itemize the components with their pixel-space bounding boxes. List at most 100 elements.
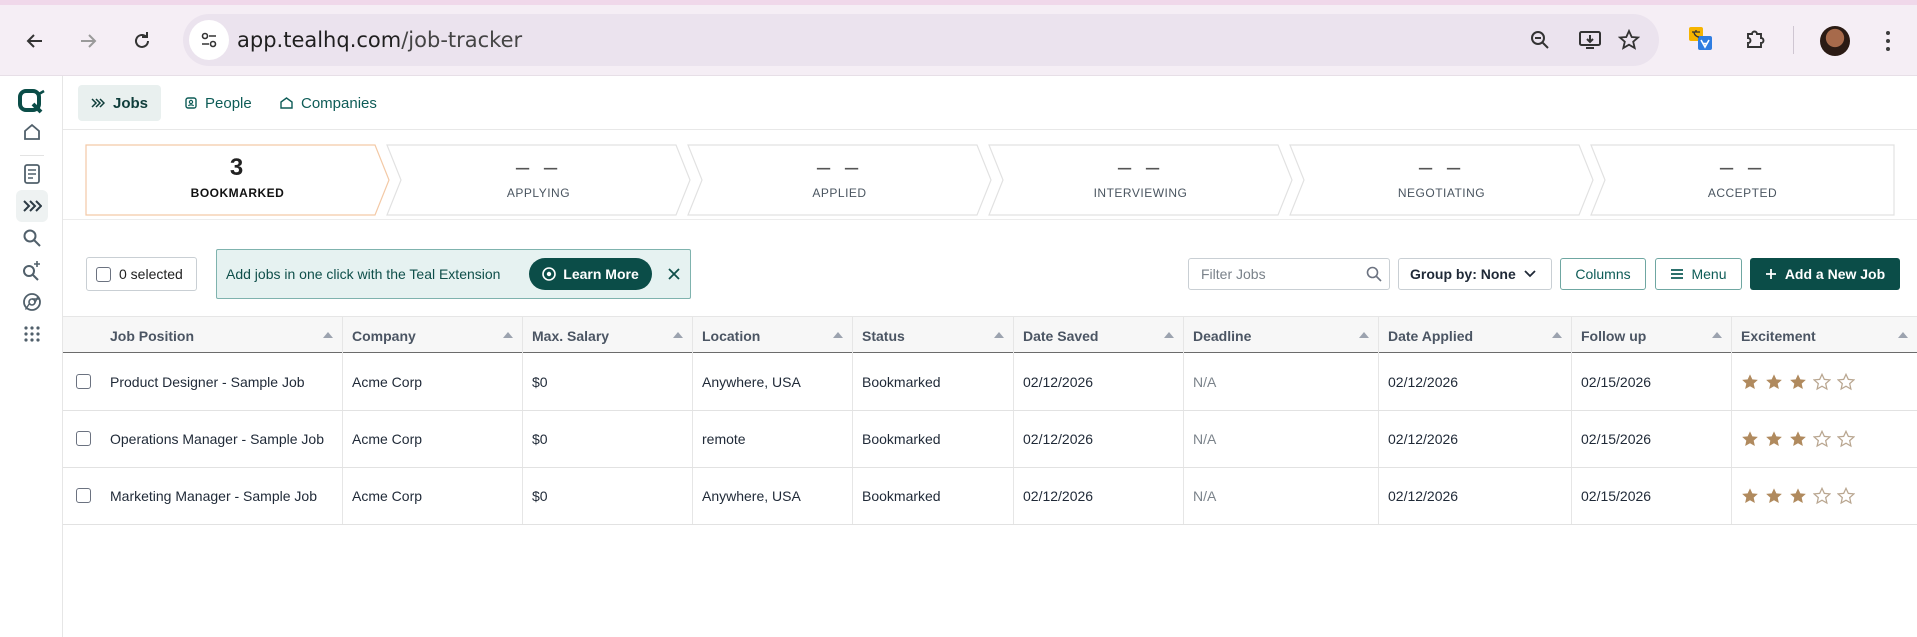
column-header-follow-up[interactable]: Follow up — [1572, 317, 1732, 354]
cell-deadline[interactable]: N/A — [1184, 354, 1379, 410]
stage-negotiating[interactable]: – – NEGOTIATING — [1289, 144, 1594, 216]
bookmark-star-icon[interactable] — [1616, 27, 1642, 53]
reload-button[interactable] — [125, 24, 159, 58]
sort-asc-icon[interactable] — [1552, 332, 1562, 338]
cell-date-applied[interactable]: 02/12/2026 — [1379, 354, 1572, 410]
cell-job-position[interactable]: Marketing Manager - Sample Job — [63, 468, 343, 524]
cell-follow-up[interactable]: 02/15/2026 — [1572, 411, 1732, 467]
stage-applied[interactable]: – – APPLIED — [687, 144, 992, 216]
cell-date-saved[interactable]: 02/12/2026 — [1014, 411, 1184, 467]
star-filled-icon[interactable] — [1765, 430, 1783, 448]
cell-date-saved[interactable]: 02/12/2026 — [1014, 468, 1184, 524]
chrome-extension-icon[interactable] — [16, 286, 48, 318]
sort-asc-icon[interactable] — [1164, 332, 1174, 338]
column-header-max-salary[interactable]: Max. Salary — [523, 317, 693, 354]
cell-status[interactable]: Bookmarked — [853, 468, 1014, 524]
filter-jobs-field[interactable] — [1188, 258, 1390, 290]
star-filled-icon[interactable] — [1789, 430, 1807, 448]
ai-search-icon[interactable] — [16, 254, 48, 286]
excitement-rating[interactable] — [1741, 373, 1855, 391]
install-app-icon[interactable] — [1577, 27, 1603, 53]
table-row[interactable]: Marketing Manager - Sample Job Acme Corp… — [63, 468, 1917, 525]
star-filled-icon[interactable] — [1765, 487, 1783, 505]
cell-date-saved[interactable]: 02/12/2026 — [1014, 354, 1184, 410]
tab-jobs[interactable]: Jobs — [78, 85, 162, 121]
column-header-deadline[interactable]: Deadline — [1184, 317, 1379, 354]
add-new-job-button[interactable]: Add a New Job — [1750, 258, 1900, 290]
stage-accepted[interactable]: – – ACCEPTED — [1590, 144, 1895, 216]
star-empty-icon[interactable] — [1837, 373, 1855, 391]
tab-people[interactable]: People — [172, 85, 265, 121]
zoom-icon[interactable] — [1527, 27, 1553, 53]
star-empty-icon[interactable] — [1837, 487, 1855, 505]
cell-date-applied[interactable]: 02/12/2026 — [1379, 411, 1572, 467]
star-filled-icon[interactable] — [1741, 373, 1759, 391]
cell-max-salary[interactable]: $0 — [523, 354, 693, 410]
cell-job-position[interactable]: Product Designer - Sample Job — [63, 354, 343, 410]
cell-status[interactable]: Bookmarked — [853, 411, 1014, 467]
resume-icon[interactable] — [16, 158, 48, 190]
sort-asc-icon[interactable] — [673, 332, 683, 338]
sort-asc-icon[interactable] — [1898, 332, 1908, 338]
star-empty-icon[interactable] — [1813, 487, 1831, 505]
star-filled-icon[interactable] — [1741, 487, 1759, 505]
table-row[interactable]: Product Designer - Sample Job Acme Corp … — [63, 354, 1917, 411]
star-empty-icon[interactable] — [1813, 430, 1831, 448]
teal-logo-icon[interactable] — [16, 86, 48, 118]
extensions-puzzle-icon[interactable] — [1741, 24, 1771, 54]
column-header-status[interactable]: Status — [853, 317, 1014, 354]
column-header-location[interactable]: Location — [693, 317, 853, 354]
columns-button[interactable]: Columns — [1560, 258, 1646, 290]
back-button[interactable] — [18, 24, 52, 58]
star-empty-icon[interactable] — [1837, 430, 1855, 448]
excitement-rating[interactable] — [1741, 487, 1855, 505]
tab-companies[interactable]: Companies — [267, 85, 390, 121]
filter-jobs-input[interactable] — [1189, 259, 1359, 289]
star-filled-icon[interactable] — [1789, 373, 1807, 391]
cell-max-salary[interactable]: $0 — [523, 468, 693, 524]
translate-extension-icon[interactable] — [1686, 24, 1716, 54]
table-row[interactable]: Operations Manager - Sample Job Acme Cor… — [63, 411, 1917, 468]
sort-asc-icon[interactable] — [833, 332, 843, 338]
home-icon[interactable] — [16, 116, 48, 148]
sort-asc-icon[interactable] — [323, 332, 333, 338]
select-all-checkbox[interactable] — [96, 266, 111, 282]
column-header-job-position[interactable]: Job Position — [63, 317, 343, 354]
group-by-select[interactable]: Group by: None — [1398, 258, 1552, 290]
star-filled-icon[interactable] — [1741, 430, 1759, 448]
cell-company[interactable]: Acme Corp — [343, 468, 523, 524]
excitement-rating[interactable] — [1741, 430, 1855, 448]
sort-asc-icon[interactable] — [503, 332, 513, 338]
search-jobs-icon[interactable] — [16, 222, 48, 254]
sort-asc-icon[interactable] — [994, 332, 1004, 338]
column-header-company[interactable]: Company — [343, 317, 523, 354]
cell-location[interactable]: remote — [693, 411, 853, 467]
column-header-date-saved[interactable]: Date Saved — [1014, 317, 1184, 354]
select-all-control[interactable]: 0 selected — [86, 257, 197, 291]
site-info-button[interactable] — [189, 20, 229, 60]
apps-grid-icon[interactable] — [16, 318, 48, 350]
stage-bookmarked[interactable]: 3 BOOKMARKED — [85, 144, 390, 216]
column-header-excitement[interactable]: Excitement — [1732, 317, 1917, 354]
stage-applying[interactable]: – – APPLYING — [386, 144, 691, 216]
cell-status[interactable]: Bookmarked — [853, 354, 1014, 410]
learn-more-button[interactable]: Learn More — [529, 258, 652, 290]
sort-asc-icon[interactable] — [1712, 332, 1722, 338]
star-filled-icon[interactable] — [1765, 373, 1783, 391]
star-empty-icon[interactable] — [1813, 373, 1831, 391]
cell-follow-up[interactable]: 02/15/2026 — [1572, 468, 1732, 524]
cell-deadline[interactable]: N/A — [1184, 411, 1379, 467]
cell-company[interactable]: Acme Corp — [343, 411, 523, 467]
column-header-date-applied[interactable]: Date Applied — [1379, 317, 1572, 354]
url-text[interactable]: app.tealhq.com/job-tracker — [237, 28, 522, 52]
stage-interviewing[interactable]: – – INTERVIEWING — [988, 144, 1293, 216]
browser-menu-button[interactable] — [1878, 24, 1898, 58]
menu-button[interactable]: Menu — [1655, 258, 1742, 290]
cell-max-salary[interactable]: $0 — [523, 411, 693, 467]
forward-button[interactable] — [71, 24, 105, 58]
cell-location[interactable]: Anywhere, USA — [693, 354, 853, 410]
profile-avatar[interactable] — [1820, 26, 1850, 56]
cell-deadline[interactable]: N/A — [1184, 468, 1379, 524]
cell-company[interactable]: Acme Corp — [343, 354, 523, 410]
cell-job-position[interactable]: Operations Manager - Sample Job — [63, 411, 343, 467]
